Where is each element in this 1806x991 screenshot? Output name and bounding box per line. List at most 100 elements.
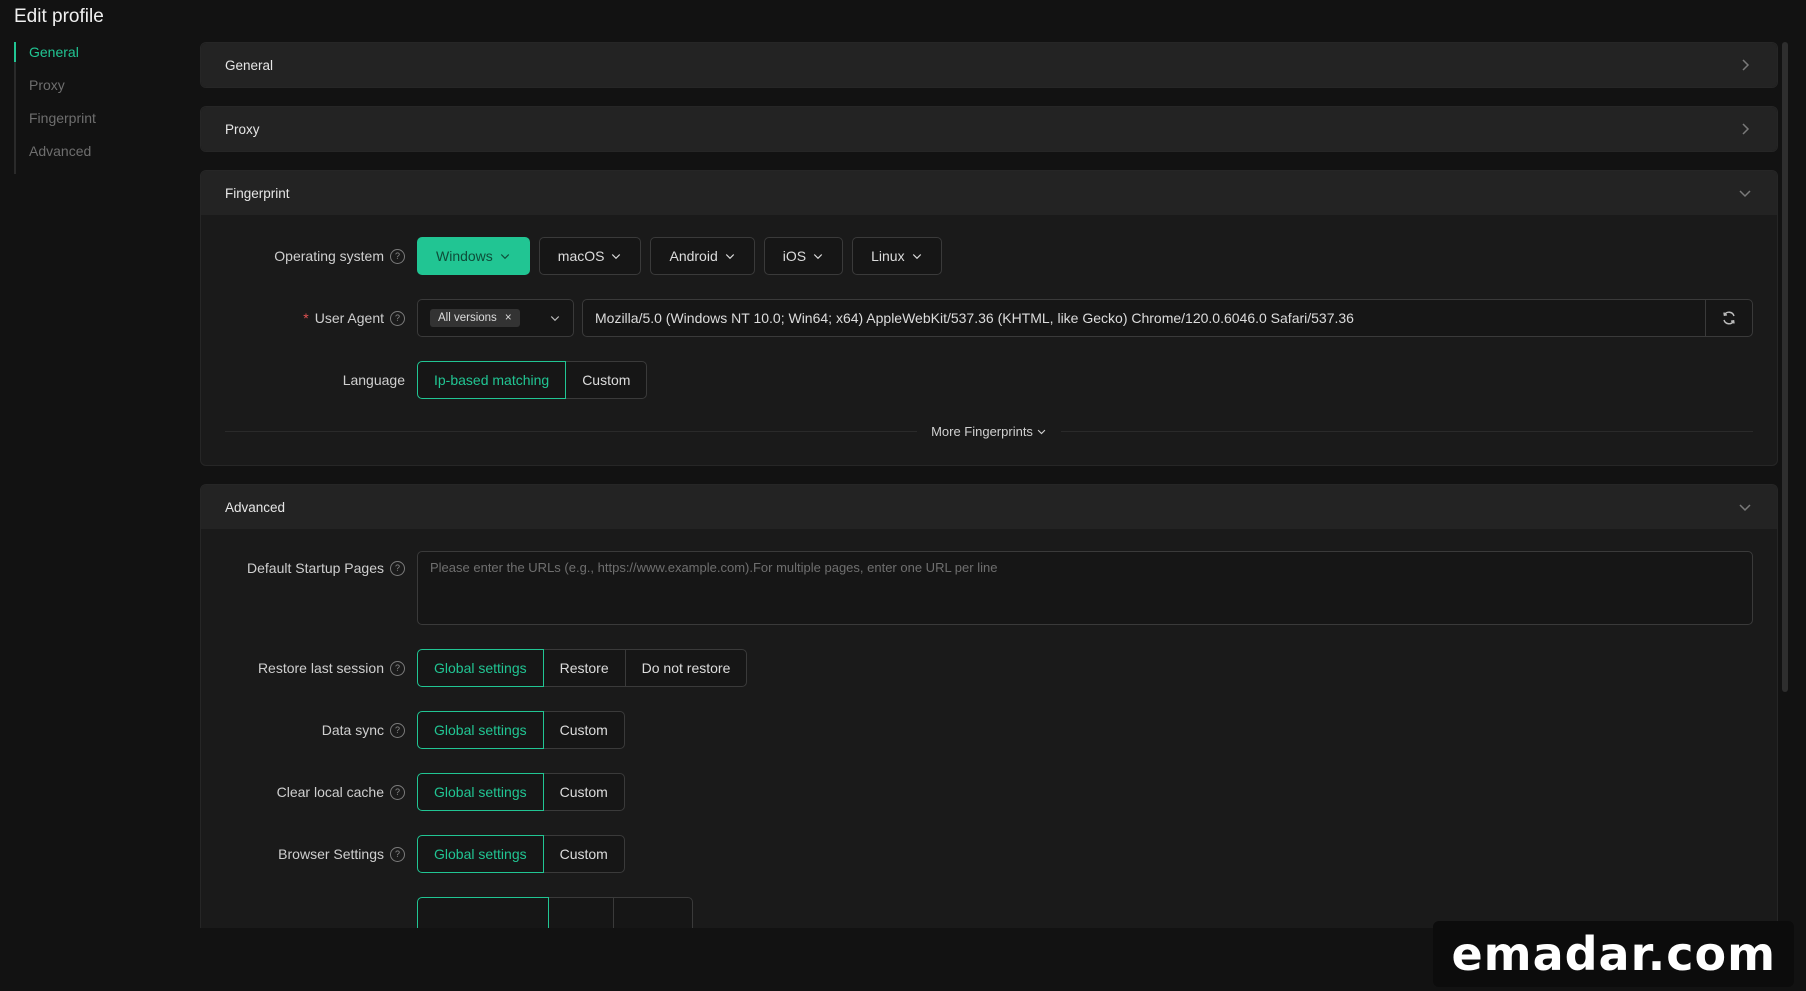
data-sync-row: Data sync ? Global settings Custom <box>225 711 1753 749</box>
general-panel-title: General <box>225 57 274 73</box>
scrollbar[interactable] <box>1782 42 1788 692</box>
watermark-logo: emadar.com <box>1433 921 1794 987</box>
general-panel-header[interactable]: General <box>201 43 1777 87</box>
general-panel: General <box>200 42 1778 88</box>
refresh-icon[interactable] <box>1705 300 1752 336</box>
startup-pages-label-text: Default Startup Pages <box>247 560 384 576</box>
fingerprint-panel: Fingerprint Operating system ? Windows m… <box>200 170 1778 466</box>
advanced-panel-body: Default Startup Pages ? Please enter the… <box>201 529 1777 928</box>
user-agent-value: Mozilla/5.0 (Windows NT 10.0; Win64; x64… <box>595 310 1354 326</box>
os-linux-button[interactable]: Linux <box>852 237 942 275</box>
chevron-right-icon <box>1737 57 1753 73</box>
question-circle-icon[interactable]: ? <box>390 248 405 264</box>
clear-cache-row: Clear local cache ? Global settings Cust… <box>225 773 1753 811</box>
sidebar-item-fingerprint[interactable]: Fingerprint <box>16 108 96 141</box>
language-label-text: Language <box>342 372 405 388</box>
fingerprint-panel-body: Operating system ? Windows macOS Android… <box>201 215 1777 465</box>
next-row-option-3[interactable] <box>613 897 693 928</box>
language-row: Language Ip-based matching Custom <box>225 361 1753 399</box>
close-icon[interactable]: × <box>505 312 512 324</box>
clear-cache-custom-option[interactable]: Custom <box>542 773 625 811</box>
restore-option[interactable]: Restore <box>542 649 626 687</box>
chevron-down-icon <box>1737 499 1753 515</box>
chevron-down-icon <box>1737 185 1753 201</box>
data-sync-global-option[interactable]: Global settings <box>417 711 544 749</box>
sidebar-item-general[interactable]: General <box>14 42 96 75</box>
os-ios-button[interactable]: iOS <box>763 237 844 275</box>
chevron-right-icon <box>1737 121 1753 137</box>
user-agent-row: * User Agent ? All versions × Mozilla/5.… <box>225 299 1753 337</box>
fingerprint-panel-header[interactable]: Fingerprint <box>201 171 1777 215</box>
restore-session-label: Restore last session ? <box>225 660 417 676</box>
chevron-down-icon <box>813 254 823 260</box>
os-label: Operating system ? <box>225 248 417 264</box>
question-circle-icon[interactable]: ? <box>390 846 405 862</box>
os-label-text: Operating system <box>274 248 384 264</box>
chevron-down-icon <box>912 254 921 260</box>
restore-session-row: Restore last session ? Global settings R… <box>225 649 1753 687</box>
sidebar-item-advanced[interactable]: Advanced <box>16 141 96 174</box>
ua-version-tag: All versions × <box>430 309 520 327</box>
clear-cache-global-option[interactable]: Global settings <box>417 773 544 811</box>
more-fingerprints-link[interactable]: More Fingerprints <box>917 423 1061 439</box>
chevron-down-icon <box>550 316 560 322</box>
question-circle-icon[interactable]: ? <box>390 722 405 738</box>
advanced-panel-title: Advanced <box>225 499 286 515</box>
chevron-down-icon <box>1037 429 1046 434</box>
data-sync-segment: Global settings Custom <box>417 711 625 749</box>
question-circle-icon[interactable]: ? <box>390 784 405 800</box>
os-macos-button[interactable]: macOS <box>538 237 642 275</box>
restore-session-label-text: Restore last session <box>257 660 384 676</box>
proxy-panel-header[interactable]: Proxy <box>201 107 1777 151</box>
clear-cache-label: Clear local cache ? <box>225 784 417 800</box>
browser-settings-row: Browser Settings ? Global settings Custo… <box>225 835 1753 873</box>
fingerprint-panel-title: Fingerprint <box>225 185 290 201</box>
os-windows-label: Windows <box>436 248 493 264</box>
more-fingerprints-label: More Fingerprints <box>931 423 1033 439</box>
language-custom-option[interactable]: Custom <box>565 361 648 399</box>
question-circle-icon[interactable]: ? <box>390 660 405 676</box>
next-row-option-1[interactable] <box>417 897 549 928</box>
browser-settings-segment: Global settings Custom <box>417 835 625 873</box>
user-agent-label-text: User Agent <box>314 310 384 326</box>
sidebar-item-proxy[interactable]: Proxy <box>16 75 96 108</box>
startup-pages-label: Default Startup Pages ? <box>225 551 417 576</box>
restore-global-option[interactable]: Global settings <box>417 649 544 687</box>
proxy-panel: Proxy <box>200 106 1778 152</box>
more-fingerprints-divider: More Fingerprints <box>225 411 1753 451</box>
os-android-label: Android <box>669 248 718 264</box>
language-segment: Ip-based matching Custom <box>417 361 648 399</box>
question-circle-icon[interactable]: ? <box>390 560 405 576</box>
os-ios-label: iOS <box>782 248 807 264</box>
clear-cache-segment: Global settings Custom <box>417 773 625 811</box>
main-content: General Proxy Fingerprint Operating syst… <box>200 42 1778 928</box>
os-windows-button[interactable]: Windows <box>417 237 530 275</box>
clear-cache-label-text: Clear local cache <box>276 784 384 800</box>
ua-version-tag-label: All versions <box>438 312 497 324</box>
next-row-segment <box>417 897 693 928</box>
required-marker: * <box>303 310 309 326</box>
ua-version-select[interactable]: All versions × <box>417 299 574 337</box>
data-sync-label-text: Data sync <box>321 722 384 738</box>
os-android-button[interactable]: Android <box>650 237 755 275</box>
question-circle-icon[interactable]: ? <box>390 310 405 326</box>
os-linux-label: Linux <box>871 248 905 264</box>
do-not-restore-option[interactable]: Do not restore <box>624 649 748 687</box>
data-sync-label: Data sync ? <box>225 722 417 738</box>
browser-settings-custom-option[interactable]: Custom <box>542 835 625 873</box>
os-row: Operating system ? Windows macOS Android… <box>225 237 1753 275</box>
page-title: Edit profile <box>14 6 104 27</box>
browser-settings-global-option[interactable]: Global settings <box>417 835 544 873</box>
browser-settings-label-text: Browser Settings <box>278 846 384 862</box>
language-ip-option[interactable]: Ip-based matching <box>417 361 567 399</box>
startup-pages-input[interactable]: Please enter the URLs (e.g., https://www… <box>417 551 1753 625</box>
advanced-panel-header[interactable]: Advanced <box>201 485 1777 529</box>
user-agent-input[interactable]: Mozilla/5.0 (Windows NT 10.0; Win64; x64… <box>582 299 1753 337</box>
data-sync-custom-option[interactable]: Custom <box>542 711 625 749</box>
chevron-down-icon <box>612 254 621 260</box>
user-agent-label: * User Agent ? <box>225 310 417 326</box>
browser-settings-label: Browser Settings ? <box>225 846 417 862</box>
next-row-option-2[interactable] <box>548 897 614 928</box>
side-nav: General Proxy Fingerprint Advanced <box>14 42 96 174</box>
startup-pages-row: Default Startup Pages ? Please enter the… <box>225 551 1753 625</box>
